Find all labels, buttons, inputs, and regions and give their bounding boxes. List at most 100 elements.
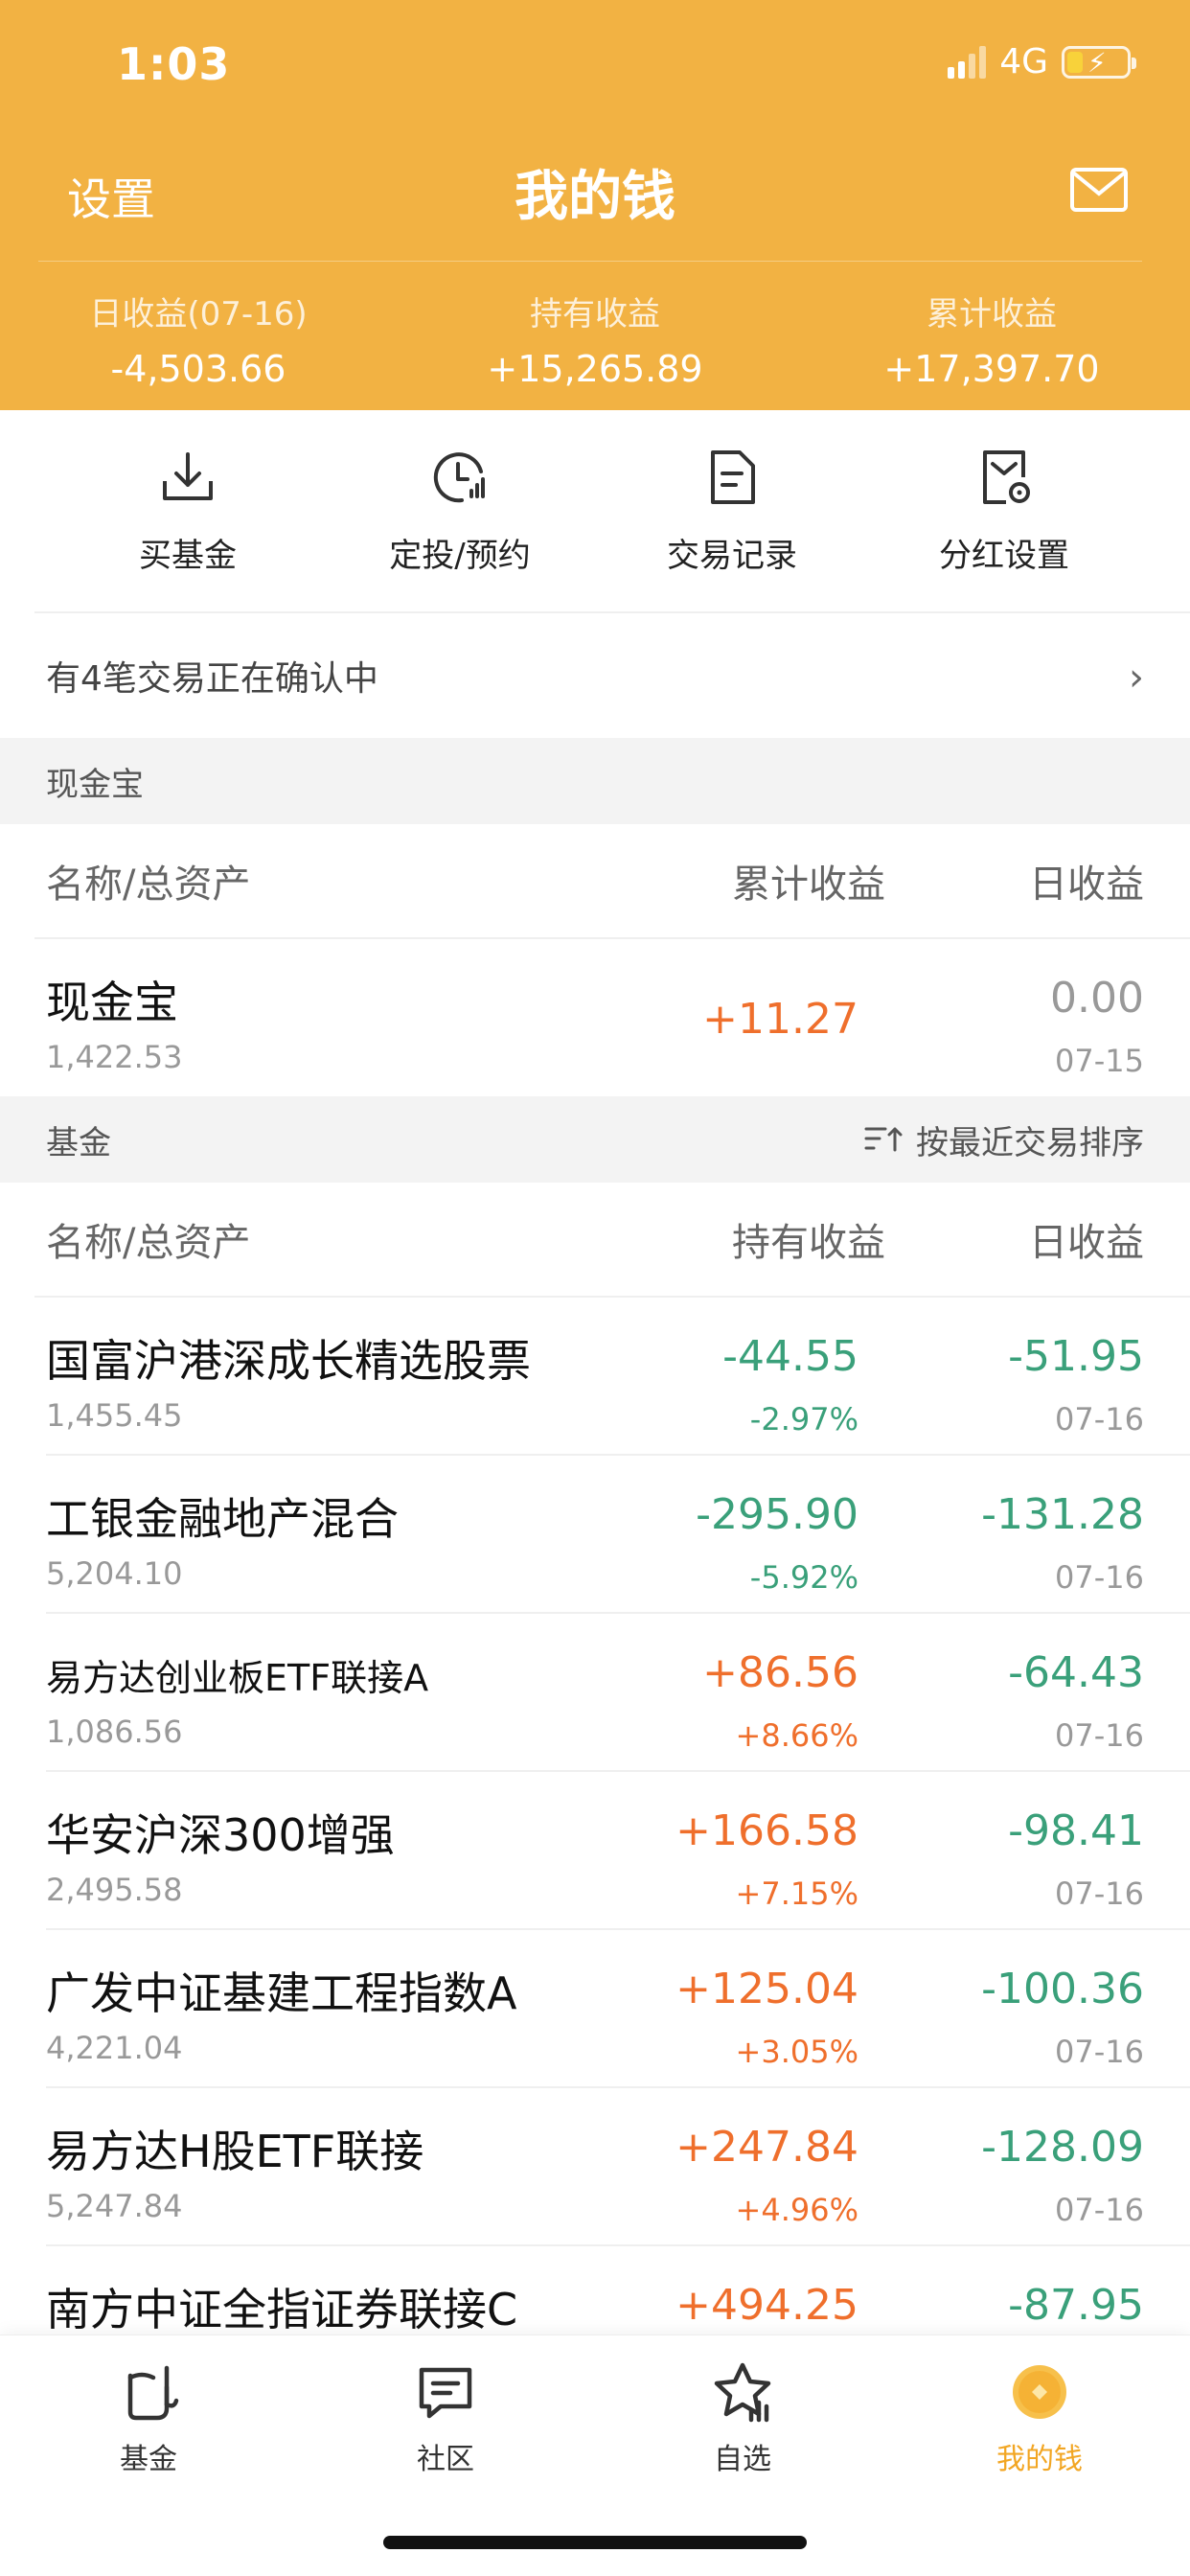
transaction-history-button[interactable]: 交易记录 [596, 410, 868, 611]
tab-my-money[interactable]: 我的钱 [891, 2335, 1188, 2477]
daily-value: -100.36 [981, 1965, 1144, 2013]
daily-date: 07-16 [1055, 1559, 1144, 1596]
sort-icon [864, 1127, 903, 1152]
daily-value: -64.43 [1008, 1648, 1144, 1697]
fund-row[interactable]: 国富沪港深成长精选股票 1,455.45 -44.55 -2.97% -51.9… [0, 1298, 1190, 1456]
document-icon [711, 450, 755, 504]
network-type: 4G [999, 42, 1048, 81]
daily-date: 07-16 [1055, 1401, 1144, 1438]
fund-name: 易方达创业板ETF联接A [46, 1657, 429, 1699]
cumulative-earnings[interactable]: 累计收益 +17,397.70 [793, 288, 1190, 390]
home-indicator [383, 2536, 807, 2549]
stat-value: +17,397.70 [883, 348, 1100, 390]
holding-value: +247.84 [675, 2123, 858, 2172]
fund-name: 工银金融地产混合 [46, 1493, 399, 1545]
star-chart-icon [714, 2362, 771, 2423]
fund-asset: 1,455.45 [46, 1397, 183, 1434]
column-daily: 日收益 [1029, 1221, 1144, 1265]
section-title: 基金 [46, 1123, 111, 1162]
download-icon [163, 452, 213, 500]
fund-name: 南方中证全指证券联接C [46, 2284, 518, 2335]
fund-asset: 1,422.53 [46, 1039, 183, 1075]
earnings-summary: 日收益(07-16) -4,503.66 持有收益 +15,265.89 累计收… [0, 288, 1190, 390]
holding-earnings[interactable]: 持有收益 +15,265.89 [397, 288, 793, 390]
sort-button[interactable]: 按最近交易排序 [864, 1116, 1144, 1163]
action-label: 交易记录 [667, 537, 797, 575]
fund-asset: 5,247.84 [46, 2188, 183, 2224]
holding-percent: +8.66% [735, 1717, 858, 1754]
fund-asset: 5,204.10 [46, 1555, 183, 1592]
dividend-settings-button[interactable]: 分红设置 [868, 410, 1140, 611]
tab-fund[interactable]: 基金 [0, 2335, 297, 2477]
stat-value: +15,265.89 [487, 348, 703, 390]
fund-name: 现金宝 [46, 977, 178, 1028]
fund-asset: 2,495.58 [46, 1872, 183, 1908]
holding-percent: -5.92% [749, 1559, 858, 1596]
auto-invest-button[interactable]: 定投/预约 [324, 410, 596, 611]
quick-actions: 买基金 定投/预约 交易记录 分红设置 [0, 410, 1190, 611]
fund-name: 易方达H股ETF联接 [46, 2126, 424, 2177]
fund-column-headers: 名称/总资产 持有收益 日收益 [0, 1183, 1190, 1296]
cumulative-value: +11.27 [702, 995, 858, 1044]
cash-column-headers: 名称/总资产 累计收益 日收益 [0, 824, 1190, 937]
stat-label: 累计收益 [927, 295, 1057, 334]
daily-date: 07-16 [1055, 1875, 1144, 1912]
notice-text: 有4笔交易正在确认中 [46, 659, 378, 699]
daily-value: 0.00 [1050, 974, 1144, 1023]
fund-row[interactable]: 广发中证基建工程指数A 4,221.04 +125.04 +3.05% -100… [0, 1930, 1190, 2088]
fund-name: 广发中证基建工程指数A [46, 1967, 517, 2019]
chat-icon [419, 2367, 472, 2419]
holding-value: +494.25 [675, 2281, 858, 2330]
daily-value: -128.09 [981, 2123, 1144, 2172]
holding-value: -295.90 [696, 1490, 858, 1539]
column-holding: 持有收益 [732, 1221, 885, 1265]
header-divider [38, 261, 1142, 262]
holding-percent: +7.15% [735, 1875, 858, 1912]
header: 1:03 4G ⚡ 设置 我的钱 日收益(07-16) -4,503.66 持有… [0, 0, 1190, 410]
sort-label: 按最近交易排序 [916, 1123, 1144, 1162]
daily-date: 07-16 [1055, 1717, 1144, 1754]
mail-icon[interactable] [1069, 167, 1129, 213]
cash-section-header: 现金宝 [0, 738, 1190, 824]
cash-row[interactable]: 现金宝 1,422.53 +11.27 0.00 07-15 [0, 939, 1190, 1097]
action-label: 分红设置 [939, 537, 1069, 575]
daily-earnings[interactable]: 日收益(07-16) -4,503.66 [0, 288, 397, 390]
tab-label: 自选 [714, 2443, 771, 2476]
tab-community[interactable]: 社区 [297, 2335, 594, 2477]
holding-value: +86.56 [702, 1648, 858, 1697]
tab-label: 基金 [120, 2443, 177, 2476]
action-label: 买基金 [139, 537, 237, 575]
fund-name: 华安沪深300增强 [46, 1809, 395, 1861]
fund-row[interactable]: 易方达创业板ETF联接A 1,086.56 +86.56 +8.66% -64.… [0, 1614, 1190, 1772]
daily-date: 07-16 [1055, 2034, 1144, 2070]
daily-value: -51.95 [1008, 1332, 1144, 1381]
column-daily: 日收益 [1029, 862, 1144, 907]
stat-label: 持有收益 [530, 295, 660, 334]
fund-row[interactable]: 华安沪深300增强 2,495.58 +166.58 +7.15% -98.41… [0, 1772, 1190, 1930]
clock-chart-icon [433, 452, 485, 503]
holding-percent: -2.97% [749, 1401, 858, 1438]
tab-watchlist[interactable]: 自选 [594, 2335, 891, 2477]
stat-value: -4,503.66 [110, 348, 286, 390]
column-name-asset: 名称/总资产 [46, 862, 251, 907]
holding-percent: +4.96% [735, 2192, 858, 2228]
daily-value: -87.95 [1008, 2281, 1144, 2330]
fund-row[interactable]: 工银金融地产混合 5,204.10 -295.90 -5.92% -131.28… [0, 1456, 1190, 1614]
holding-percent: +3.05% [735, 2034, 858, 2070]
fund-section-header: 基金 按最近交易排序 [0, 1096, 1190, 1183]
page-title: 我的钱 [515, 166, 675, 228]
status-time: 1:03 [117, 38, 231, 90]
daily-date: 07-16 [1055, 2192, 1144, 2228]
fund-icon [127, 2365, 179, 2421]
fund-name: 国富沪港深成长精选股票 [46, 1335, 531, 1387]
daily-value: -98.41 [1008, 1806, 1144, 1855]
column-name-asset: 名称/总资产 [46, 1221, 251, 1265]
chevron-right-icon: › [1129, 656, 1144, 700]
buy-fund-button[interactable]: 买基金 [52, 410, 324, 611]
tab-label: 社区 [417, 2443, 474, 2476]
holding-value: -44.55 [722, 1332, 858, 1381]
pending-transactions-banner[interactable]: 有4笔交易正在确认中 › [0, 613, 1190, 738]
fund-row[interactable]: 易方达H股ETF联接 5,247.84 +247.84 +4.96% -128.… [0, 2088, 1190, 2246]
battery-icon: ⚡ [1062, 45, 1136, 79]
fund-asset: 1,086.56 [46, 1714, 183, 1750]
